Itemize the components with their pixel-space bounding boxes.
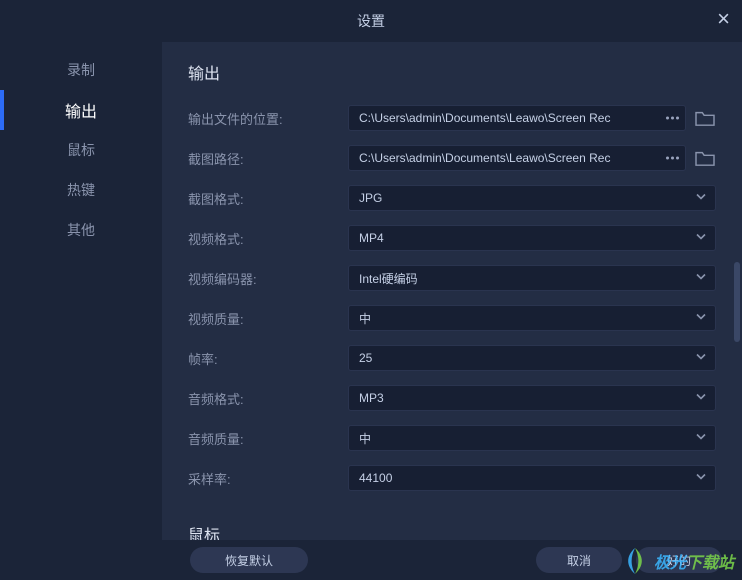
row-video-encoder: 视频编码器: Intel硬编码	[188, 264, 716, 292]
output-path-value: C:\Users\admin\Documents\Leawo\Screen Re…	[359, 111, 659, 125]
row-screenshot-path: 截图路径: C:\Users\admin\Documents\Leawo\Scr…	[188, 144, 716, 172]
select-value: 44100	[359, 471, 392, 485]
label-screenshot-path: 截图路径:	[188, 149, 348, 168]
chevron-down-icon	[695, 311, 707, 326]
label-video-encoder: 视频编码器:	[188, 269, 348, 288]
select-value: Intel硬编码	[359, 270, 418, 287]
row-screenshot-fmt: 截图格式: JPG	[188, 184, 716, 212]
video-fmt-select[interactable]: MP4	[348, 225, 716, 251]
restore-defaults-button[interactable]: 恢复默认	[190, 547, 308, 573]
row-sample-rate: 采样率: 44100	[188, 464, 716, 492]
sidebar-item-other[interactable]: 其他	[0, 210, 162, 250]
chevron-down-icon	[695, 231, 707, 246]
select-value: 中	[359, 310, 371, 327]
label-video-fmt: 视频格式:	[188, 229, 348, 248]
video-quality-select[interactable]: 中	[348, 305, 716, 331]
screenshot-path-input[interactable]: C:\Users\admin\Documents\Leawo\Screen Re…	[348, 145, 686, 171]
sidebar-item-label: 录制	[67, 60, 95, 80]
chevron-down-icon	[695, 191, 707, 206]
label-audio-quality: 音频质量:	[188, 429, 348, 448]
row-output-path: 输出文件的位置: C:\Users\admin\Documents\Leawo\…	[188, 104, 716, 132]
label-output-path: 输出文件的位置:	[188, 109, 348, 128]
audio-fmt-select[interactable]: MP3	[348, 385, 716, 411]
window-title: 设置	[357, 11, 385, 31]
sample-rate-select[interactable]: 44100	[348, 465, 716, 491]
label-screenshot-fmt: 截图格式:	[188, 189, 348, 208]
chevron-down-icon	[695, 271, 707, 286]
label-audio-fmt: 音频格式:	[188, 389, 348, 408]
scrollbar-thumb[interactable]	[734, 262, 740, 342]
titlebar: 设置 ×	[0, 0, 742, 42]
cancel-button[interactable]: 取消	[536, 547, 622, 573]
content-panel: 输出 输出文件的位置: C:\Users\admin\Documents\Lea…	[162, 42, 742, 540]
screenshot-path-value: C:\Users\admin\Documents\Leawo\Screen Re…	[359, 151, 659, 165]
sidebar-item-label: 输出	[65, 98, 97, 122]
audio-quality-select[interactable]: 中	[348, 425, 716, 451]
section-title-mouse: 鼠标	[188, 522, 716, 540]
label-video-quality: 视频质量:	[188, 309, 348, 328]
chevron-down-icon	[695, 351, 707, 366]
sidebar: 录制 输出 鼠标 热键 其他	[0, 42, 162, 540]
close-icon[interactable]: ×	[717, 6, 730, 32]
sidebar-item-output[interactable]: 输出	[0, 90, 162, 130]
sidebar-item-label: 鼠标	[67, 140, 95, 160]
main: 录制 输出 鼠标 热键 其他 输出 输出文件的位置: C:\Users\admi…	[0, 42, 742, 540]
sidebar-item-label: 其他	[67, 220, 95, 240]
select-value: MP3	[359, 391, 384, 405]
sidebar-item-hotkey[interactable]: 热键	[0, 170, 162, 210]
ellipsis-icon[interactable]	[666, 157, 679, 160]
fps-select[interactable]: 25	[348, 345, 716, 371]
sidebar-item-record[interactable]: 录制	[0, 50, 162, 90]
sidebar-item-mouse[interactable]: 鼠标	[0, 130, 162, 170]
select-value: 25	[359, 351, 372, 365]
select-value: 中	[359, 430, 371, 447]
row-audio-fmt: 音频格式: MP3	[188, 384, 716, 412]
chevron-down-icon	[695, 391, 707, 406]
row-video-quality: 视频质量: 中	[188, 304, 716, 332]
row-fps: 帧率: 25	[188, 344, 716, 372]
screenshot-fmt-select[interactable]: JPG	[348, 185, 716, 211]
chevron-down-icon	[695, 431, 707, 446]
sidebar-item-label: 热键	[67, 180, 95, 200]
section-title-output: 输出	[188, 60, 716, 84]
label-fps: 帧率:	[188, 349, 348, 368]
row-video-fmt: 视频格式: MP4	[188, 224, 716, 252]
select-value: JPG	[359, 191, 382, 205]
select-value: MP4	[359, 231, 384, 245]
footer: 恢复默认 取消 好的 极光下载站	[0, 540, 742, 580]
video-encoder-select[interactable]: Intel硬编码	[348, 265, 716, 291]
label-sample-rate: 采样率:	[188, 469, 348, 488]
row-audio-quality: 音频质量: 中	[188, 424, 716, 452]
folder-icon[interactable]	[694, 109, 716, 127]
folder-icon[interactable]	[694, 149, 716, 167]
ellipsis-icon[interactable]	[666, 117, 679, 120]
chevron-down-icon	[695, 471, 707, 486]
output-path-input[interactable]: C:\Users\admin\Documents\Leawo\Screen Re…	[348, 105, 686, 131]
ok-button[interactable]: 好的	[636, 547, 722, 573]
